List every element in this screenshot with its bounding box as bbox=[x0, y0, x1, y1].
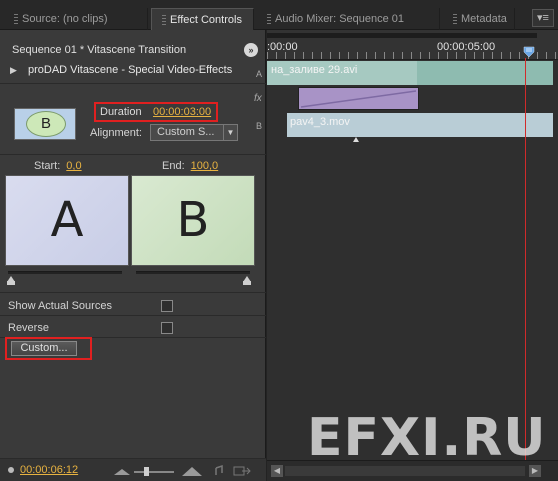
alignment-dropdown[interactable]: Custom S... ▼ bbox=[150, 124, 238, 141]
sequence-title: Sequence 01 * Vitascene Transition bbox=[12, 44, 187, 56]
zoom-in-icon[interactable] bbox=[182, 467, 202, 476]
start-value[interactable]: 0,0 bbox=[66, 160, 81, 172]
start-label: Start: bbox=[34, 160, 61, 172]
zoom-controls bbox=[114, 464, 251, 476]
effect-row[interactable]: ▶ proDAD Vitascene - Special Video-Effec… bbox=[0, 60, 266, 82]
tab-grip-icon bbox=[267, 14, 271, 25]
tab-audio-mixer-label: Audio Mixer: Sequence 01 bbox=[275, 13, 405, 25]
start-slider-handle-base bbox=[7, 281, 15, 285]
tab-effect-controls[interactable]: Effect Controls bbox=[151, 8, 254, 30]
end-slider[interactable] bbox=[136, 271, 250, 274]
work-area-bar bbox=[267, 33, 537, 38]
thumbnail-letter: B bbox=[26, 111, 66, 137]
divider bbox=[0, 315, 266, 316]
start-row: Start: 0,0 bbox=[34, 160, 82, 172]
clip-b-name: pav4_3.mov bbox=[290, 116, 350, 128]
custom-highlight: Custom... bbox=[5, 337, 92, 360]
alignment-value: Custom S... bbox=[157, 126, 215, 138]
divider bbox=[0, 83, 266, 84]
end-label: End: bbox=[162, 160, 185, 172]
tab-source-label: Source: (no clips) bbox=[22, 13, 108, 25]
timecode-indicator-icon bbox=[8, 467, 14, 473]
tab-source[interactable]: Source: (no clips) bbox=[4, 8, 148, 30]
clip-a-name: на_заливе 29.avi bbox=[271, 64, 358, 76]
fx-icon: fx bbox=[254, 93, 262, 104]
end-row: End: 100,0 bbox=[162, 160, 218, 172]
effect-name: proDAD Vitascene - Special Video-Effects bbox=[28, 64, 233, 76]
effect-controls-footer: 00:00:06:12 bbox=[0, 458, 266, 481]
clip-b-track[interactable]: pav4_3.mov bbox=[287, 113, 553, 137]
tab-audio-mixer[interactable]: Audio Mixer: Sequence 01 bbox=[257, 8, 440, 30]
edit-point-marker-icon bbox=[353, 137, 359, 142]
reverse-label: Reverse bbox=[8, 322, 49, 334]
preview-a: A bbox=[5, 175, 129, 266]
end-slider-handle-base bbox=[243, 281, 251, 285]
tab-effect-controls-label: Effect Controls bbox=[170, 14, 242, 26]
panel-tab-bar: Source: (no clips) Effect Controls Audio… bbox=[0, 0, 558, 30]
expand-triangle-icon[interactable]: ▶ bbox=[10, 65, 17, 76]
transition-thumbnail[interactable]: B bbox=[14, 108, 76, 140]
end-value[interactable]: 100,0 bbox=[191, 160, 219, 172]
show-hide-timeline-button[interactable]: » bbox=[244, 43, 258, 57]
watermark-text: EFXI.RU bbox=[307, 408, 547, 468]
panel-menu-icon: ▾≡ bbox=[537, 12, 549, 24]
playhead-line[interactable] bbox=[525, 58, 526, 468]
duration-value[interactable]: 00:00:03:00 bbox=[153, 106, 211, 118]
tab-metadata-label: Metadata bbox=[461, 13, 507, 25]
ruler-ticks bbox=[267, 52, 558, 59]
custom-button[interactable]: Custom... bbox=[11, 341, 77, 356]
scroll-left-icon[interactable]: ◀ bbox=[271, 465, 283, 477]
duration-highlight: Duration 00:00:03:00 bbox=[94, 102, 218, 122]
track-b-letter: B bbox=[256, 121, 263, 131]
playhead-icon[interactable] bbox=[523, 46, 535, 58]
show-actual-sources-checkbox[interactable] bbox=[161, 300, 173, 312]
chevron-right-icon: » bbox=[248, 45, 254, 55]
track-a-letter: A bbox=[256, 69, 263, 79]
footer-timecode[interactable]: 00:00:06:12 bbox=[20, 464, 78, 476]
transition-clip[interactable] bbox=[298, 87, 419, 110]
export-icon[interactable] bbox=[233, 466, 251, 476]
zoom-out-icon[interactable] bbox=[114, 469, 130, 475]
time-ruler[interactable]: :00:00 00:00:05:00 bbox=[267, 30, 558, 60]
dropdown-arrow-icon: ▼ bbox=[223, 125, 237, 140]
effect-controls-panel: Sequence 01 * Vitascene Transition » ▶ p… bbox=[0, 30, 266, 481]
tab-metadata[interactable]: Metadata bbox=[443, 8, 515, 30]
panel-menu-button[interactable]: ▾≡ bbox=[532, 9, 554, 27]
duration-label: Duration bbox=[100, 106, 142, 118]
start-slider[interactable] bbox=[8, 271, 122, 274]
reverse-checkbox[interactable] bbox=[161, 322, 173, 334]
zoom-slider[interactable] bbox=[134, 467, 174, 476]
audio-icon[interactable] bbox=[215, 464, 223, 475]
transition-ramp-icon bbox=[300, 90, 417, 108]
divider bbox=[0, 292, 266, 293]
tab-grip-icon bbox=[453, 14, 457, 25]
show-actual-sources-label: Show Actual Sources bbox=[8, 300, 112, 312]
preview-b: B bbox=[131, 175, 255, 266]
tab-grip-icon bbox=[162, 15, 166, 26]
tab-grip-icon bbox=[14, 14, 18, 25]
clip-a-track[interactable]: на_заливе 29.avi bbox=[267, 61, 553, 85]
alignment-label: Alignment: bbox=[90, 127, 142, 139]
divider bbox=[0, 154, 266, 155]
